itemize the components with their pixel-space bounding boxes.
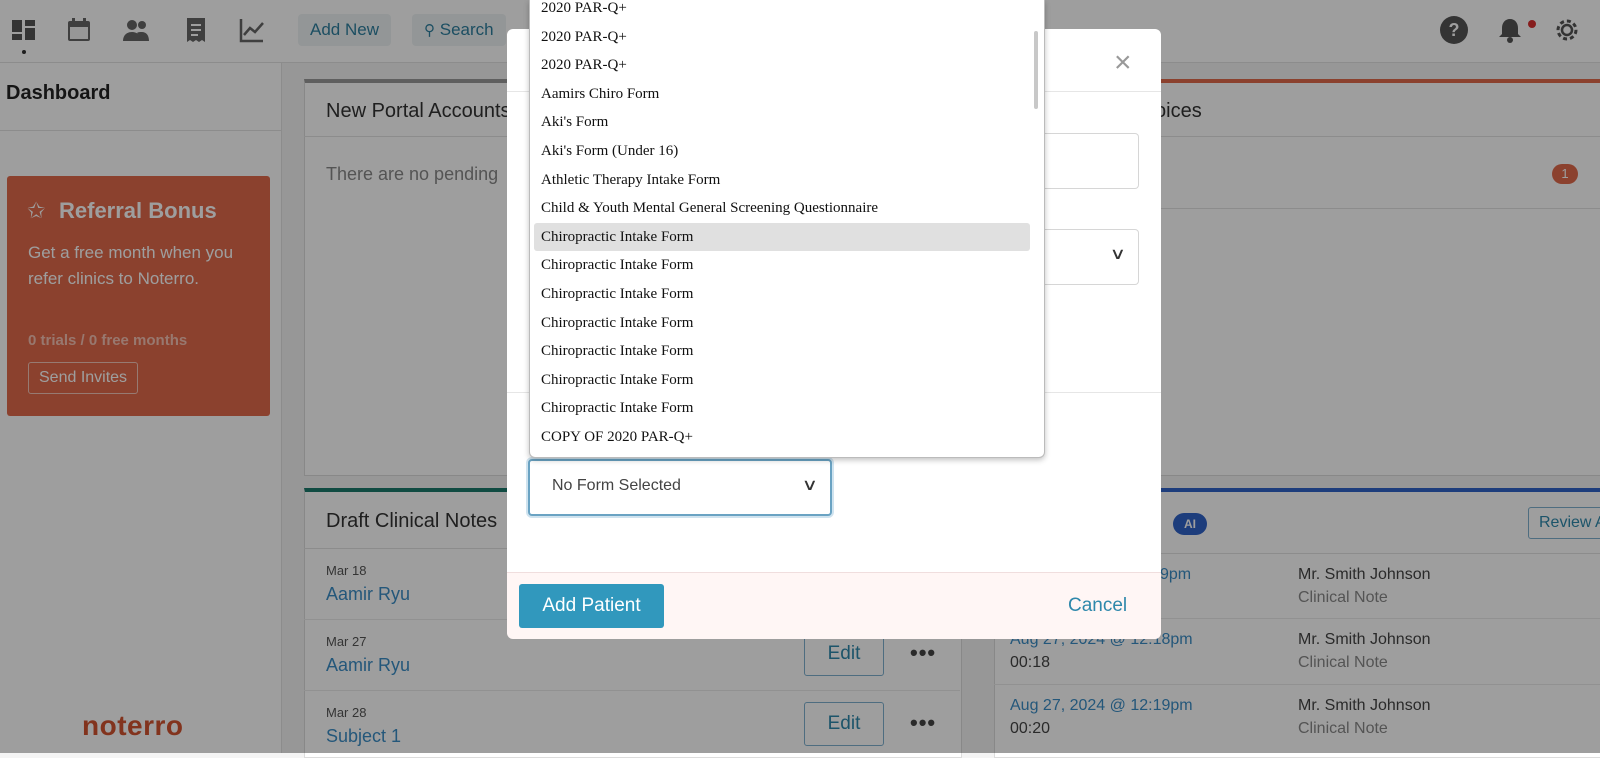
- dropdown-option[interactable]: Chiropractic Intake Form: [534, 280, 1030, 308]
- dropdown-option[interactable]: Chiropractic Intake Form: [534, 337, 1030, 365]
- dropdown-option[interactable]: Child & Youth Mental General Screening Q…: [534, 194, 1030, 222]
- dropdown-option[interactable]: Chiropractic Intake Form: [534, 251, 1030, 279]
- dropdown-option[interactable]: Athletic Therapy Intake Form: [534, 166, 1030, 194]
- cancel-button[interactable]: Cancel: [1068, 595, 1127, 617]
- dropdown-option[interactable]: Chiropractic Intake Form: [534, 394, 1030, 422]
- dropdown-option[interactable]: Chiropractic Intake Form: [534, 222, 1030, 251]
- dropdown-option[interactable]: Chiropractic Intake Form: [534, 309, 1030, 337]
- chevron-down-icon: ∨: [1109, 246, 1127, 263]
- dropdown-option[interactable]: COPY OF 2020 PAR-Q+: [534, 423, 1030, 451]
- dropdown-option[interactable]: 2020 PAR-Q+: [534, 23, 1030, 51]
- dropdown-option[interactable]: Aki's Form: [534, 108, 1030, 136]
- chevron-down-icon: ∨: [801, 477, 819, 494]
- dropdown-option[interactable]: Aamirs Chiro Form: [534, 80, 1030, 108]
- add-patient-button[interactable]: Add Patient: [519, 584, 664, 628]
- dropdown-option[interactable]: Chiropractic Intake Form: [534, 366, 1030, 394]
- intake-form-select[interactable]: No Form Selected ∨: [528, 459, 832, 516]
- form-options-dropdown[interactable]: 2020 PAR-Q+ 2020 PAR-Q+ 2020 PAR-Q+ Aamirs …: [529, 0, 1045, 458]
- close-icon[interactable]: ×: [1114, 46, 1132, 80]
- dropdown-option[interactable]: Aki's Form (Under 16): [534, 137, 1030, 165]
- dropdown-scrollbar[interactable]: [1034, 31, 1038, 109]
- dropdown-option[interactable]: 2020 PAR-Q+: [534, 51, 1030, 79]
- form-select-value: No Form Selected: [552, 477, 681, 494]
- dropdown-option[interactable]: 2020 PAR-Q+: [534, 0, 1030, 22]
